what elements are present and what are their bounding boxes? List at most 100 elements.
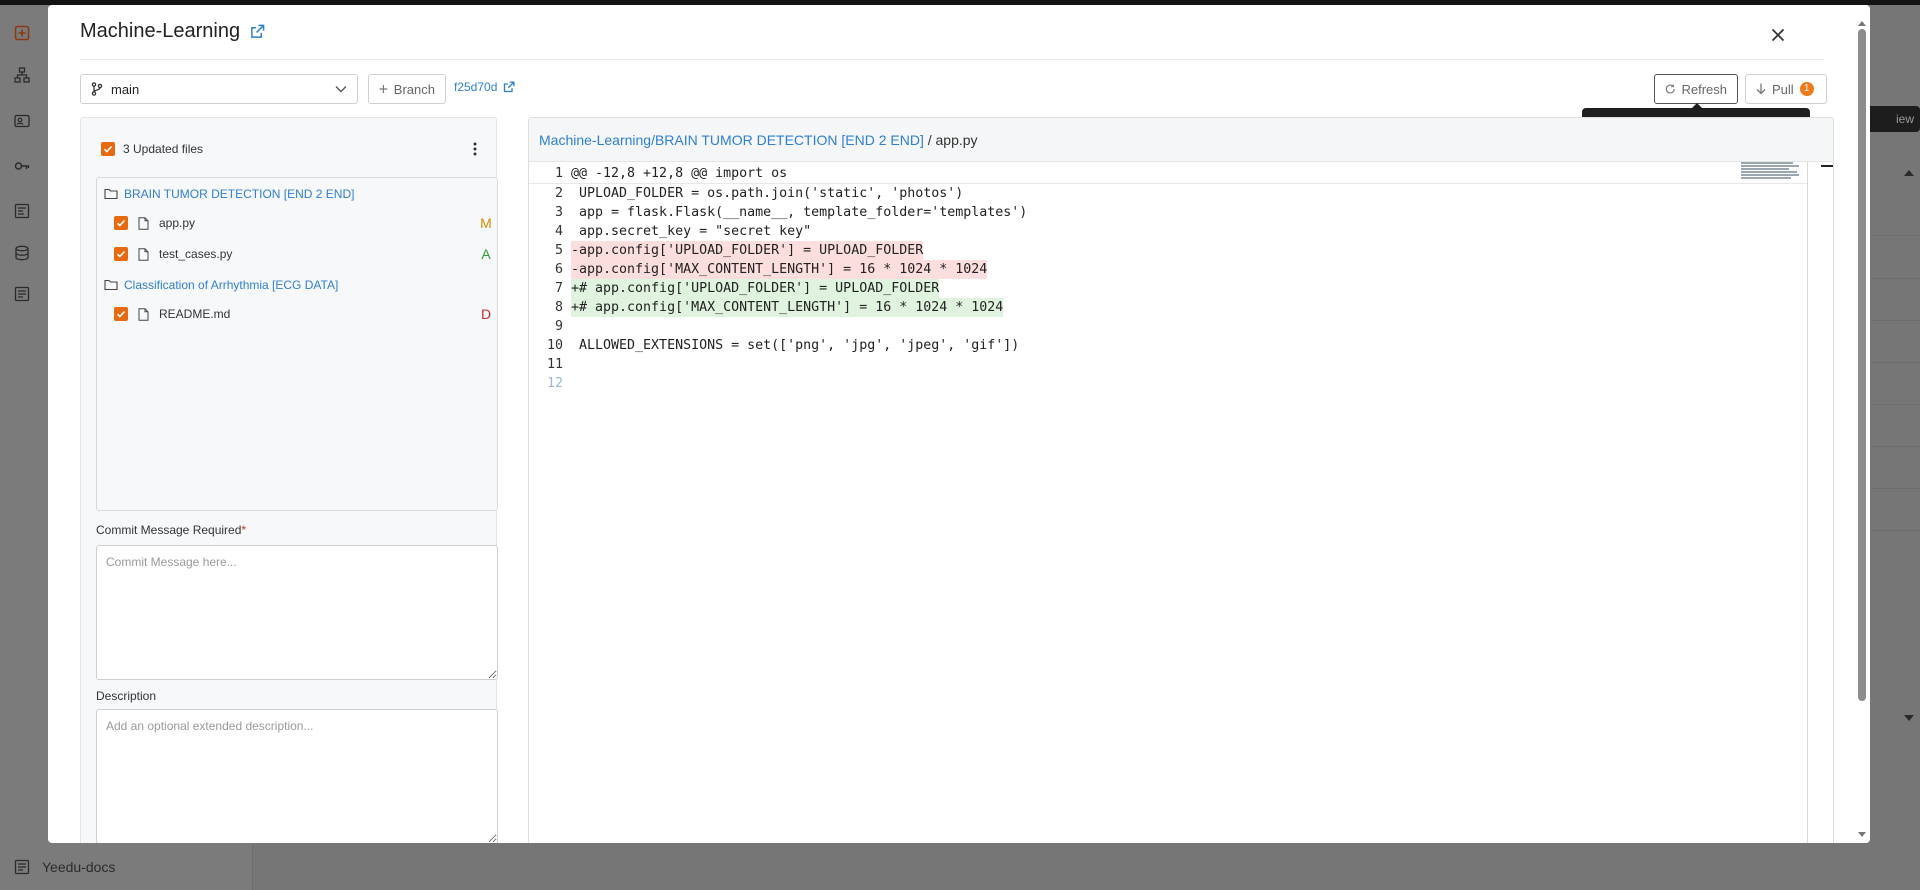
diff-path-separator: / (923, 132, 936, 148)
commit-hash-link[interactable]: f25d70d (454, 80, 515, 94)
file-name: test_cases.py (159, 247, 233, 261)
line-text: ALLOWED_EXTENSIONS = set(['png', 'jpg', … (571, 338, 1020, 353)
diff-file-path: Machine-Learning/BRAIN TUMOR DETECTION [… (529, 118, 1833, 162)
background-sort-caret (1904, 170, 1914, 176)
select-all-checkbox[interactable] (101, 142, 115, 156)
updated-files-count: 3 Updated files (123, 142, 204, 156)
folder-name: Classification of Arrhythmia [ECG DATA] (124, 278, 339, 292)
file-item-app-py[interactable]: app.py M (114, 215, 492, 231)
diff-line: 6 -app.config['MAX_CONTENT_LENGTH'] = 16 … (529, 260, 1807, 279)
line-text: UPLOAD_FOLDER = os.path.join('static', '… (571, 186, 964, 201)
line-number: 6 (554, 262, 563, 277)
check-icon (103, 145, 113, 153)
line-number: 2 (554, 186, 563, 201)
file-item-readme-md[interactable]: README.md D (114, 306, 492, 322)
diff-minimap[interactable] (1741, 162, 1799, 184)
source-control-modal: Machine-Learning main Branch f25d70d Ref… (48, 5, 1870, 843)
file-item-test-cases-py[interactable]: test_cases.py A (114, 246, 492, 262)
commit-message-field[interactable] (96, 545, 498, 680)
file-status-modified: M (480, 215, 492, 231)
line-text: -app.config['UPLOAD_FOLDER'] = UPLOAD_FO… (571, 241, 924, 260)
folder-icon (104, 279, 118, 291)
description-field[interactable] (96, 709, 498, 843)
line-number: 8 (554, 300, 563, 315)
arrow-down-icon (1756, 83, 1766, 95)
folder-name: BRAIN TUMOR DETECTION [END 2 END] (124, 187, 355, 201)
diff-line: 9 (529, 317, 1807, 336)
diff-line: 8 +# app.config['MAX_CONTENT_LENGTH'] = 1… (529, 298, 1807, 317)
scrollbar-thumb[interactable] (1858, 29, 1866, 701)
line-number: 11 (546, 357, 563, 372)
folder-item[interactable]: Classification of Arrhythmia [ECG DATA] (104, 278, 338, 292)
folder-item[interactable]: BRAIN TUMOR DETECTION [END 2 END] (104, 187, 354, 201)
diff-path-link[interactable]: Machine-Learning/BRAIN TUMOR DETECTION [… (539, 132, 924, 148)
file-tree: BRAIN TUMOR DETECTION [END 2 END] app.py… (96, 177, 498, 511)
file-status-deleted: D (480, 306, 492, 322)
external-link-icon (504, 81, 515, 93)
sidebar-footer-docs[interactable]: Yeedu-docs (14, 859, 115, 875)
file-checkbox[interactable] (114, 307, 128, 321)
line-text: +# app.config['MAX_CONTENT_LENGTH'] = 16… (571, 298, 1004, 317)
folder-icon (104, 188, 118, 200)
scroll-down-arrow[interactable] (1858, 832, 1866, 837)
diff-line: 12 (529, 374, 1807, 393)
file-checkbox[interactable] (114, 247, 128, 261)
diff-code: 1 @@ -12,8 +12,8 @@ import os 2 UPLOAD_FOL… (529, 164, 1807, 393)
description-label: Description (96, 689, 157, 703)
diff-line: 1 @@ -12,8 +12,8 @@ import os (529, 164, 1807, 184)
database-icon (15, 245, 29, 261)
updated-files-header: 3 Updated files (101, 142, 203, 156)
id-card-icon (14, 114, 30, 128)
document-icon (14, 286, 30, 302)
refresh-button[interactable]: Refresh (1654, 74, 1738, 104)
line-text: @@ -12,8 +12,8 @@ import os (571, 166, 788, 181)
refresh-icon (1665, 84, 1675, 94)
diff-line: 11 (529, 355, 1807, 374)
pull-button[interactable]: Pull 1 (1745, 74, 1827, 104)
hierarchy-icon (14, 67, 30, 83)
file-icon (138, 307, 149, 321)
close-button[interactable] (1766, 23, 1790, 47)
external-link-icon[interactable] (250, 24, 265, 39)
plus-icon (379, 85, 388, 93)
file-name: README.md (159, 307, 231, 321)
file-checkbox[interactable] (114, 216, 128, 230)
line-number: 5 (554, 243, 563, 258)
commit-message-label-text: Commit Message Required (96, 523, 242, 537)
changes-panel: 3 Updated files BRAIN TUMOR DETECTION [E… (80, 117, 498, 843)
git-branch-icon (91, 82, 103, 96)
branch-select[interactable]: main (80, 74, 358, 104)
line-number: 12 (546, 376, 563, 391)
background-expand-caret (1904, 715, 1914, 721)
diff-line: 3 app = flask.Flask(__name__, template_f… (529, 203, 1807, 222)
new-branch-button[interactable]: Branch (368, 74, 446, 104)
diff-scroll-divider (1807, 162, 1808, 843)
line-text: app = flask.Flask(__name__, template_fol… (571, 205, 1028, 220)
line-text: -app.config['MAX_CONTENT_LENGTH'] = 16 *… (571, 260, 988, 279)
file-icon (138, 247, 149, 261)
modal-scrollbar[interactable] (1858, 21, 1866, 837)
background-view-button: iew (1864, 106, 1920, 132)
check-icon (116, 310, 126, 318)
refresh-label: Refresh (1681, 81, 1727, 97)
modal-header: Machine-Learning (80, 20, 265, 43)
check-icon (116, 219, 126, 227)
diff-line: 5 -app.config['UPLOAD_FOLDER'] = UPLOAD_F… (529, 241, 1807, 260)
key-icon (14, 162, 30, 170)
diff-line: 2 UPLOAD_FOLDER = os.path.join('static',… (529, 184, 1807, 203)
diff-line: 7 +# app.config['UPLOAD_FOLDER'] = UPLOAD… (529, 279, 1807, 298)
docs-label: Yeedu-docs (42, 859, 116, 875)
scroll-up-arrow[interactable] (1858, 21, 1866, 26)
more-vertical-icon (473, 142, 477, 156)
diff-viewer: Machine-Learning/BRAIN TUMOR DETECTION [… (528, 117, 1834, 843)
file-icon (138, 216, 149, 230)
check-icon (116, 250, 126, 258)
file-name: app.py (159, 216, 196, 230)
line-number: 7 (554, 281, 563, 296)
chevron-down-icon (335, 86, 347, 93)
pull-count-badge: 1 (1799, 82, 1814, 96)
more-options-button[interactable] (467, 140, 483, 158)
required-marker: * (241, 523, 247, 537)
diff-line: 10 ALLOWED_EXTENSIONS = set(['png', 'jpg… (529, 336, 1807, 355)
header-divider (80, 59, 1824, 60)
